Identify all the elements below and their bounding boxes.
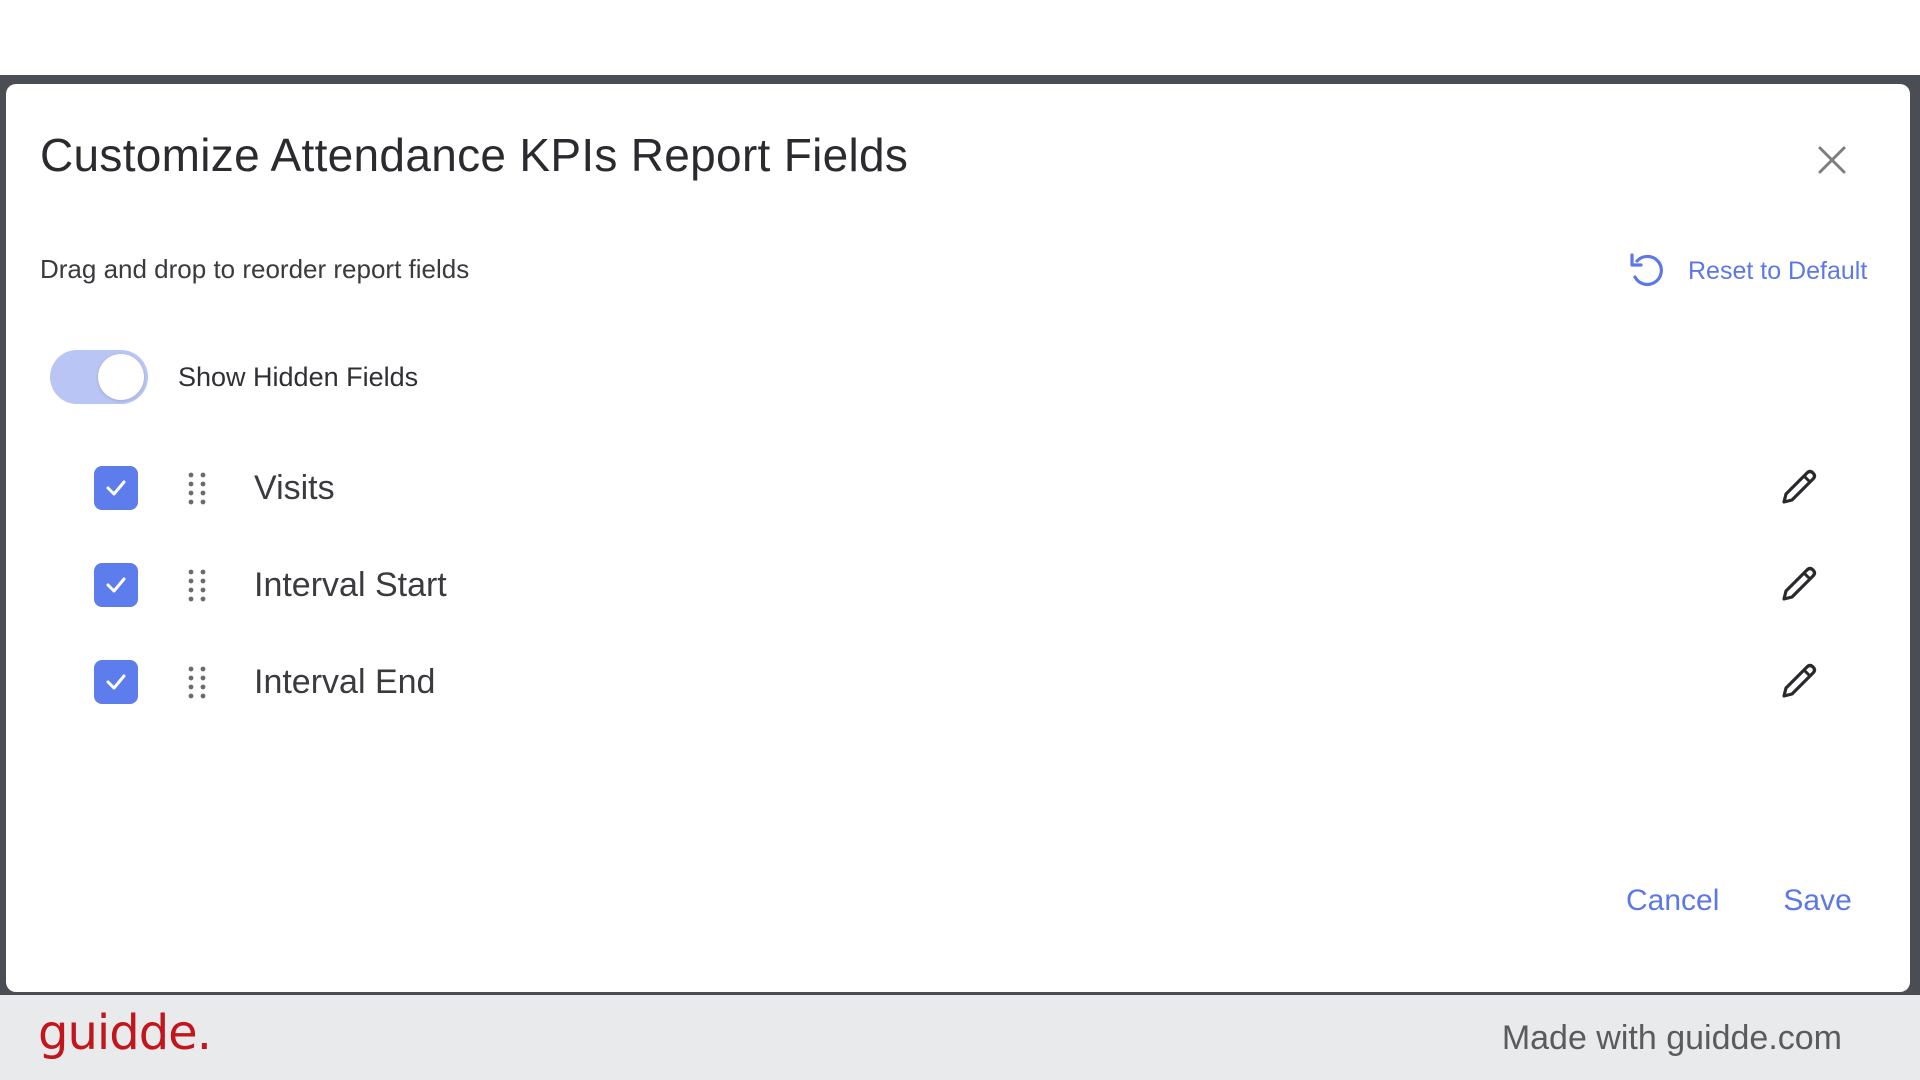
check-icon: [106, 674, 126, 690]
field-row-visits: Visits: [94, 458, 1834, 518]
field-label-interval-start: Interval Start: [254, 565, 447, 604]
field-checkbox-visits[interactable]: [94, 466, 138, 510]
field-label-visits: Visits: [254, 468, 335, 507]
guidde-logo: guidde.: [38, 1005, 212, 1061]
field-row-interval-start: Interval Start: [94, 555, 1834, 615]
save-button[interactable]: Save: [1783, 884, 1851, 918]
reset-icon: [1630, 253, 1663, 287]
field-checkbox-interval-end[interactable]: [94, 660, 138, 704]
reset-label: Reset to Default: [1688, 256, 1868, 285]
field-label-interval-end: Interval End: [254, 662, 436, 701]
check-icon: [106, 480, 126, 496]
drag-handle-icon[interactable]: [186, 567, 208, 603]
close-button[interactable]: [1814, 142, 1850, 178]
made-with-text: Made with guidde.com: [1501, 1019, 1842, 1057]
dialog-subtitle: Drag and drop to reorder report fields: [40, 254, 470, 284]
show-hidden-fields-row: Show Hidden Fields: [50, 350, 418, 404]
show-hidden-fields-label: Show Hidden Fields: [178, 361, 419, 392]
watermark-bar: guidde. Made with guidde.com: [0, 995, 1920, 1080]
cancel-button[interactable]: Cancel: [1626, 884, 1719, 918]
show-hidden-fields-toggle[interactable]: [50, 350, 148, 404]
check-icon: [106, 577, 126, 593]
close-icon: [1818, 146, 1846, 174]
edit-field-button-interval-start[interactable]: [1774, 561, 1822, 609]
edit-field-button-visits[interactable]: [1774, 464, 1822, 512]
pencil-icon: [1782, 663, 1817, 698]
field-row-interval-end: Interval End: [94, 652, 1834, 712]
customize-fields-dialog: Customize Attendance KPIs Report Fields …: [6, 84, 1910, 992]
drag-handle-icon[interactable]: [186, 470, 208, 506]
pencil-icon: [1782, 566, 1817, 601]
screen: Customize Attendance KPIs Report Fields …: [0, 0, 1920, 1080]
toggle-knob: [98, 354, 144, 400]
dialog-title: Customize Attendance KPIs Report Fields: [40, 129, 909, 181]
edit-field-button-interval-end[interactable]: [1774, 658, 1822, 706]
reset-to-default-button[interactable]: Reset to Default: [1626, 249, 1867, 293]
pencil-icon: [1782, 469, 1817, 504]
drag-handle-icon[interactable]: [186, 664, 208, 700]
field-checkbox-interval-start[interactable]: [94, 563, 138, 607]
dialog-actions: Cancel Save: [1626, 884, 1852, 918]
